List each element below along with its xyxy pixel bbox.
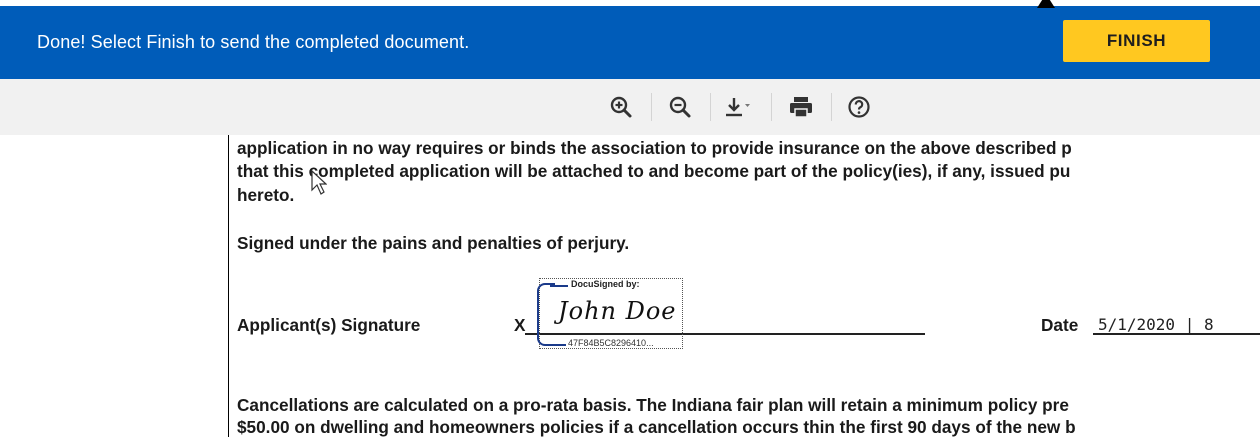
document-line: that this completed application will be … [237,161,1071,181]
docusigned-by-label: DocuSigned by: [569,279,642,289]
perjury-statement: Signed under the pains and penalties of … [237,233,630,253]
docusign-rule [550,285,568,287]
mouse-cursor-icon [311,170,327,195]
cancellation-line: $50.00 on dwelling and homeowners polici… [237,417,1076,437]
finish-button[interactable]: FINISH [1063,20,1210,62]
pointer-arrow-icon [1037,0,1055,8]
document-line: application in no way requires or binds … [237,138,1072,158]
banner-message: Done! Select Finish to send the complete… [37,32,470,52]
print-icon [790,97,812,118]
zoom-out-icon [669,96,691,118]
document-toolbar [0,79,1260,195]
handwritten-signature: John Doe [558,297,677,325]
cancellation-line: Cancellations are calculated on a pro-ra… [237,395,1069,415]
help-icon [848,96,870,118]
envelope-id: 47F84B5C8296410... [566,338,656,348]
download-button[interactable] [716,91,758,123]
signature-x-mark: X [514,315,526,335]
date-value: 5/1/2020 | 8 [1098,315,1214,334]
download-icon [726,98,750,117]
zoom-in-button[interactable] [605,91,637,123]
help-button[interactable] [843,91,875,123]
document-viewer: application in no way requires or binds … [0,135,1260,437]
date-label: Date [1041,315,1079,335]
signature-label: Applicant(s) Signature [237,315,421,335]
zoom-out-button[interactable] [664,91,696,123]
completion-banner: Done! Select Finish to send the complete… [0,6,1260,79]
toolbar-separator [651,93,652,121]
toolbar-separator [710,93,711,121]
page-left-border [228,135,229,437]
docusign-bracket [537,283,555,346]
zoom-in-icon [610,96,632,118]
document-line: hereto. [237,185,295,205]
print-button[interactable] [785,91,817,123]
docusign-rule [550,344,566,346]
toolbar-separator [771,93,772,121]
toolbar-separator [831,93,832,121]
